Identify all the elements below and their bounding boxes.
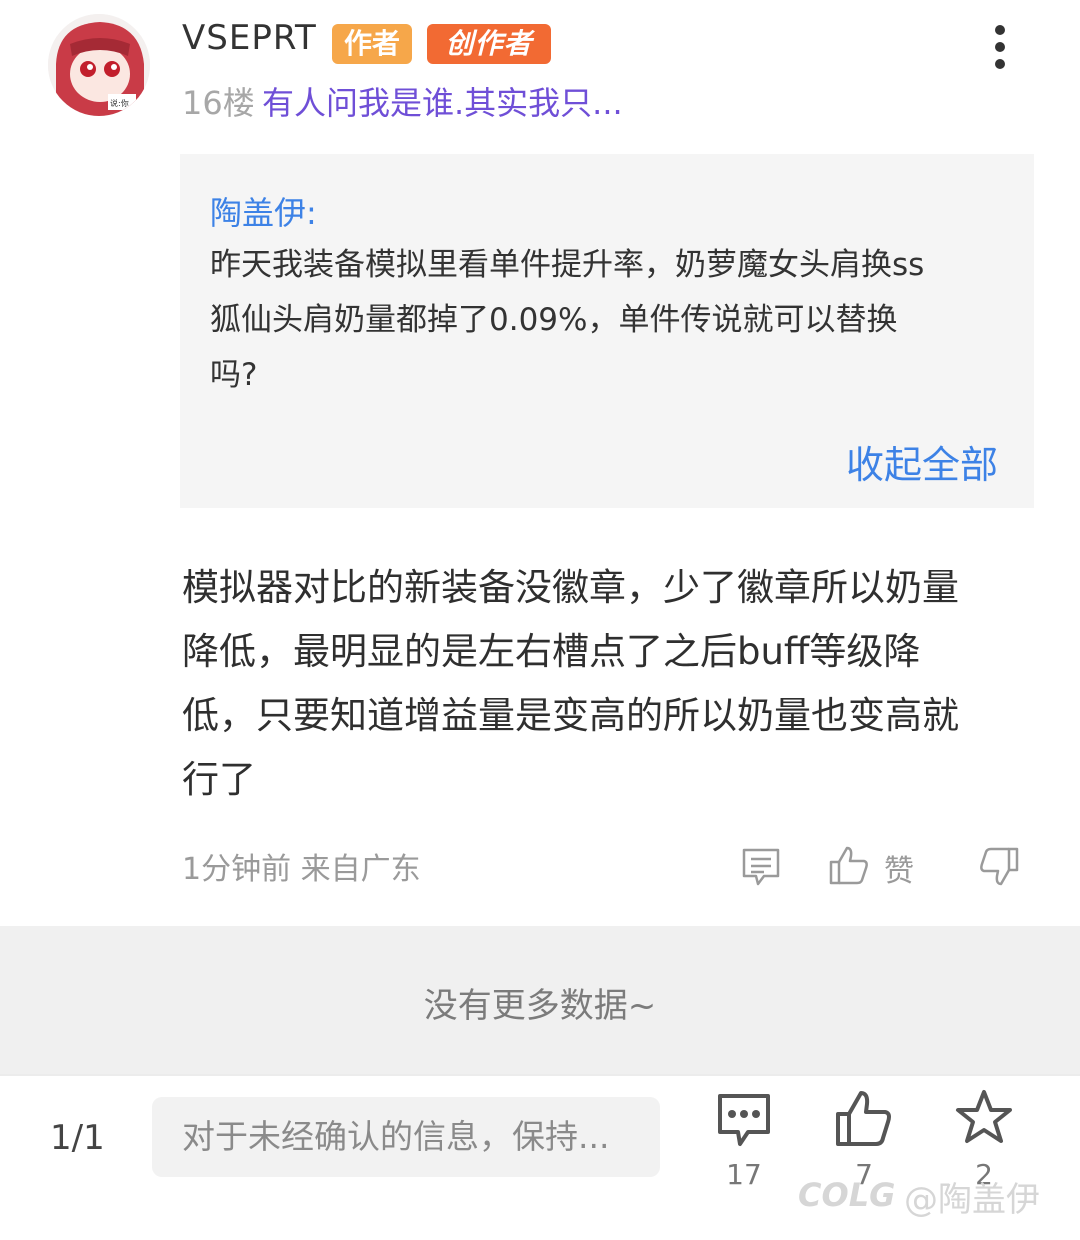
username[interactable]: VSEPRT [182,18,317,58]
comment-input[interactable]: 对于未经确认的信息，保持... [152,1097,660,1177]
floor-reference-link[interactable]: 有人问我是谁.其实我只... [262,78,623,124]
collapse-all-button[interactable]: 收起全部 [846,434,998,489]
no-more-data-text: 没有更多数据~ [423,986,657,1026]
quoted-line: 吗? [210,357,258,393]
watermark-text: @陶盖伊 [904,1180,1040,1220]
comments-icon[interactable] [714,1090,774,1150]
floor-number: 16楼 [182,84,255,122]
comment-count: 17 [726,1158,762,1191]
comment-icon[interactable] [740,846,782,888]
thumbs-up-icon[interactable] [834,1088,894,1148]
like-icon[interactable] [828,844,870,886]
watermark-logo: COLG [798,1176,896,1214]
reply-line: 行了 [182,758,256,801]
svg-text:说:你: 说:你 [110,98,129,108]
reply-meta: 1分钟前 来自广东 [182,852,421,887]
quoted-line: 狐仙头肩奶量都掉了0.09%，单件传说就可以替换 [210,302,898,338]
like-label[interactable]: 赞 [884,846,914,890]
page-indicator[interactable]: 1/1 [50,1118,105,1158]
quoted-text: 昨天我装备模拟里看单件提升率，奶萝魔女头肩换ss 狐仙头肩奶量都掉了0.09%，… [210,238,1010,403]
quoted-author[interactable]: 陶盖伊: [210,188,317,234]
reply-text: 模拟器对比的新装备没徽章，少了徽章所以奶量 降低，最明显的是左右槽点了之后buf… [182,556,1032,812]
dislike-icon[interactable] [978,846,1020,888]
more-vertical-icon[interactable] [980,24,1020,70]
creator-badge: 创作者 [427,24,551,64]
anime-avatar-icon: 说:你 [48,14,150,116]
reply-line: 降低，最明显的是左右槽点了之后buff等级降 [182,630,921,673]
author-badge: 作者 [332,24,412,64]
quoted-line: 昨天我装备模拟里看单件提升率，奶萝魔女头肩换ss [210,247,925,283]
avatar[interactable]: 说:你 [48,14,150,116]
reply-line: 模拟器对比的新装备没徽章，少了徽章所以奶量 [182,566,959,609]
star-icon[interactable] [954,1088,1014,1148]
reply-line: 低，只要知道增益量是变高的所以奶量也变高就 [182,694,959,737]
